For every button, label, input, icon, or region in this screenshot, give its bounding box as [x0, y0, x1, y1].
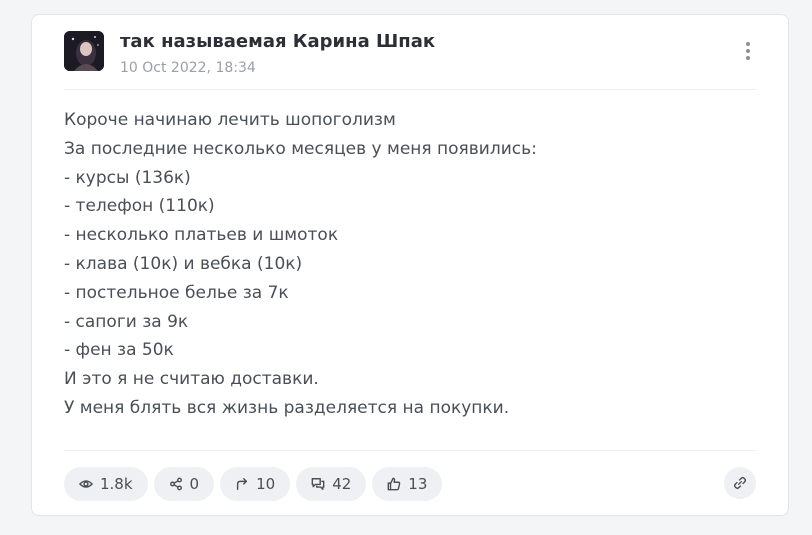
reposts-count: 10 [256, 475, 276, 493]
post-text-line: - телефон (110к) [64, 196, 215, 217]
stats-bar: 1.8k 0 10 42 13 [64, 467, 756, 501]
repost-button[interactable]: 10 [220, 467, 291, 501]
post-header: так называемая Карина Шпак 10 Oct 2022, … [64, 31, 756, 89]
post-footer: 1.8k 0 10 42 13 [64, 467, 756, 501]
avatar[interactable] [64, 31, 104, 71]
menu-dot [746, 49, 750, 53]
share-nodes-icon [169, 477, 182, 491]
comments-count: 42 [332, 475, 352, 493]
forward-arrow-icon [237, 478, 248, 490]
post-body: Короче начинаю лечить шопоголизм За посл… [64, 106, 756, 423]
views-button[interactable]: 1.8k [64, 467, 148, 501]
post-text-line: - несколько платьев и шмоток [64, 225, 339, 246]
post-text-line: - постельное белье за 7к [64, 282, 289, 303]
views-count: 1.8k [100, 475, 133, 493]
copy-link-button[interactable] [724, 467, 756, 499]
eye-icon [79, 480, 93, 488]
header-divider [64, 89, 756, 90]
comments-icon [311, 478, 325, 490]
post-text-line: За последние несколько месяцев у меня по… [64, 138, 537, 159]
share-button[interactable]: 0 [153, 467, 215, 501]
menu-dot [746, 56, 750, 60]
post-text-line: - курсы (136к) [64, 167, 191, 188]
footer-divider [64, 450, 756, 451]
likes-count: 13 [408, 475, 428, 493]
post-text-line: - клава (10к) и вебка (10к) [64, 253, 303, 274]
author-name[interactable]: так называемая Карина Шпак [120, 31, 435, 52]
post-card: так называемая Карина Шпак 10 Oct 2022, … [31, 14, 789, 516]
like-button[interactable]: 13 [372, 467, 443, 501]
post-text-line: - сапоги за 9к [64, 311, 189, 332]
comments-button[interactable]: 42 [296, 467, 367, 501]
post-text-line: И это я не считаю доставки. [64, 369, 319, 390]
post-text-line: У меня блять вся жизнь разделяется на по… [64, 397, 510, 418]
shares-count: 0 [189, 475, 200, 493]
link-icon [733, 476, 747, 490]
thumbs-up-icon [387, 477, 401, 491]
post-text-line: - фен за 50к [64, 340, 174, 361]
avatar-image [64, 31, 104, 71]
post-date: 10 Oct 2022, 18:34 [120, 60, 256, 76]
more-vertical-icon[interactable] [736, 39, 760, 63]
post-text-line: Короче начинаю лечить шопоголизм [64, 110, 396, 130]
menu-dot [746, 42, 750, 46]
